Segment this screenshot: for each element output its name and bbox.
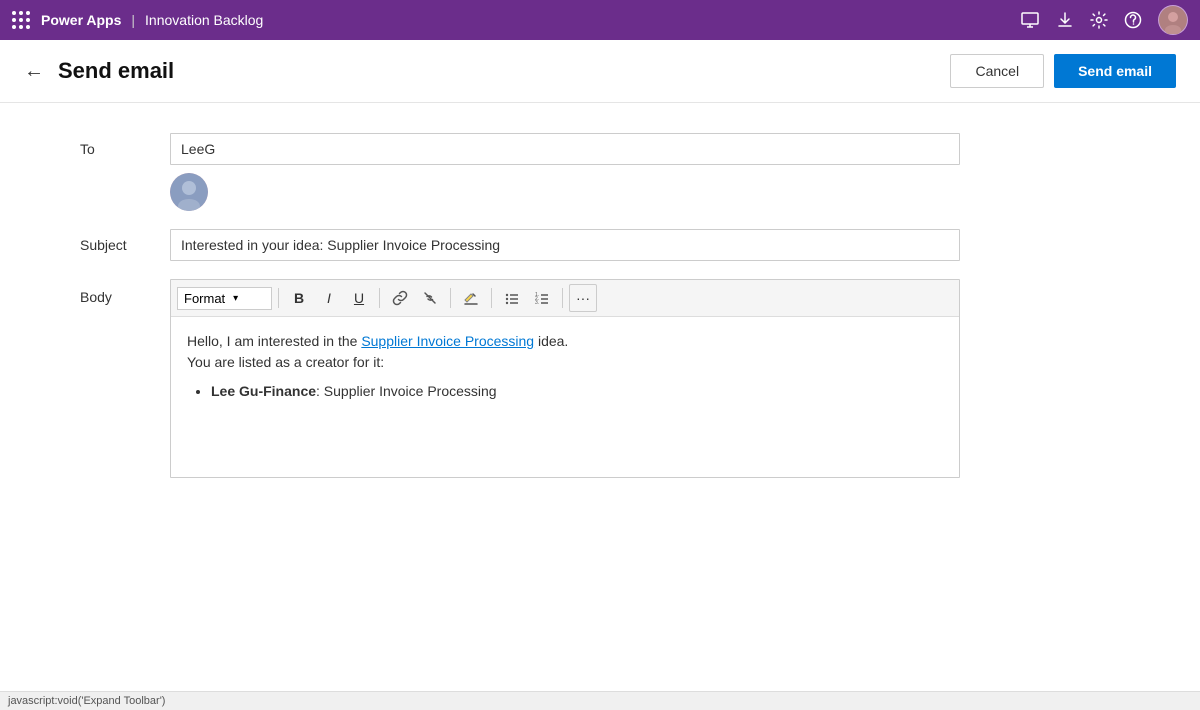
page-title: Send email (58, 58, 950, 84)
screen-icon[interactable] (1020, 10, 1040, 30)
italic-button[interactable]: I (315, 284, 343, 312)
to-input[interactable] (170, 133, 960, 165)
body-link[interactable]: Supplier Invoice Processing (361, 333, 534, 349)
unlink-button[interactable] (416, 284, 444, 312)
download-icon[interactable] (1056, 11, 1074, 29)
topbar: Power Apps | Innovation Backlog (0, 0, 1200, 40)
format-label: Format (184, 291, 225, 306)
format-arrow: ▾ (233, 293, 238, 304)
body-list-item-rest: : Supplier Invoice Processing (316, 383, 497, 399)
cancel-button[interactable]: Cancel (950, 54, 1044, 88)
page-header: ← Send email Cancel Send email (0, 40, 1200, 103)
topbar-right-actions (1020, 5, 1188, 35)
ordered-list-button[interactable]: 1. 2. 3. (528, 284, 556, 312)
highlight-button[interactable] (457, 284, 485, 312)
toolbar-sep-4 (491, 288, 492, 308)
body-list-item-bold: Lee Gu-Finance (211, 383, 316, 399)
editor-toolbar: Format ▾ B I U (171, 280, 959, 317)
statusbar-text: javascript:void('Expand Toolbar') (8, 695, 165, 707)
toolbar-sep-5 (562, 288, 563, 308)
project-name: Innovation Backlog (145, 12, 263, 28)
topbar-separator: | (131, 12, 135, 28)
unordered-list-button[interactable] (498, 284, 526, 312)
body-text-post: idea. (534, 333, 568, 349)
recipient-avatar (170, 173, 208, 211)
body-text-pre: Hello, I am interested in the (187, 333, 361, 349)
toolbar-sep-3 (450, 288, 451, 308)
body-list-item: Lee Gu-Finance: Supplier Invoice Process… (211, 381, 943, 402)
send-email-button[interactable]: Send email (1054, 54, 1176, 88)
app-name: Power Apps (41, 12, 121, 28)
subject-field-container (170, 229, 960, 261)
toolbar-sep-1 (278, 288, 279, 308)
bold-button[interactable]: B (285, 284, 313, 312)
to-field-container (170, 133, 960, 211)
editor-content[interactable]: Hello, I am interested in the Supplier I… (171, 317, 959, 477)
user-avatar[interactable] (1158, 5, 1188, 35)
body-label: Body (80, 279, 170, 305)
underline-button[interactable]: U (345, 284, 373, 312)
form-area: To Subject Body (0, 103, 1200, 526)
toolbar-sep-2 (379, 288, 380, 308)
header-actions: Cancel Send email (950, 54, 1176, 88)
back-button[interactable]: ← (24, 60, 44, 83)
body-line2: You are listed as a creator for it: (187, 352, 943, 373)
body-list: Lee Gu-Finance: Supplier Invoice Process… (211, 381, 943, 402)
more-toolbar-button[interactable]: ··· (569, 284, 597, 312)
help-icon[interactable] (1124, 11, 1142, 29)
link-button[interactable] (386, 284, 414, 312)
svg-text:3.: 3. (535, 300, 539, 306)
body-row: Body Format ▾ B I U (80, 279, 1120, 478)
format-dropdown[interactable]: Format ▾ (177, 287, 272, 310)
statusbar: javascript:void('Expand Toolbar') (0, 691, 1200, 710)
settings-icon[interactable] (1090, 11, 1108, 29)
to-row: To (80, 133, 1120, 211)
to-label: To (80, 133, 170, 157)
subject-row: Subject (80, 229, 1120, 261)
subject-input[interactable] (170, 229, 960, 261)
body-field-container: Format ▾ B I U (170, 279, 960, 478)
apps-grid-icon[interactable] (12, 11, 31, 30)
subject-label: Subject (80, 229, 170, 253)
body-line1: Hello, I am interested in the Supplier I… (187, 331, 943, 352)
body-editor: Format ▾ B I U (170, 279, 960, 478)
